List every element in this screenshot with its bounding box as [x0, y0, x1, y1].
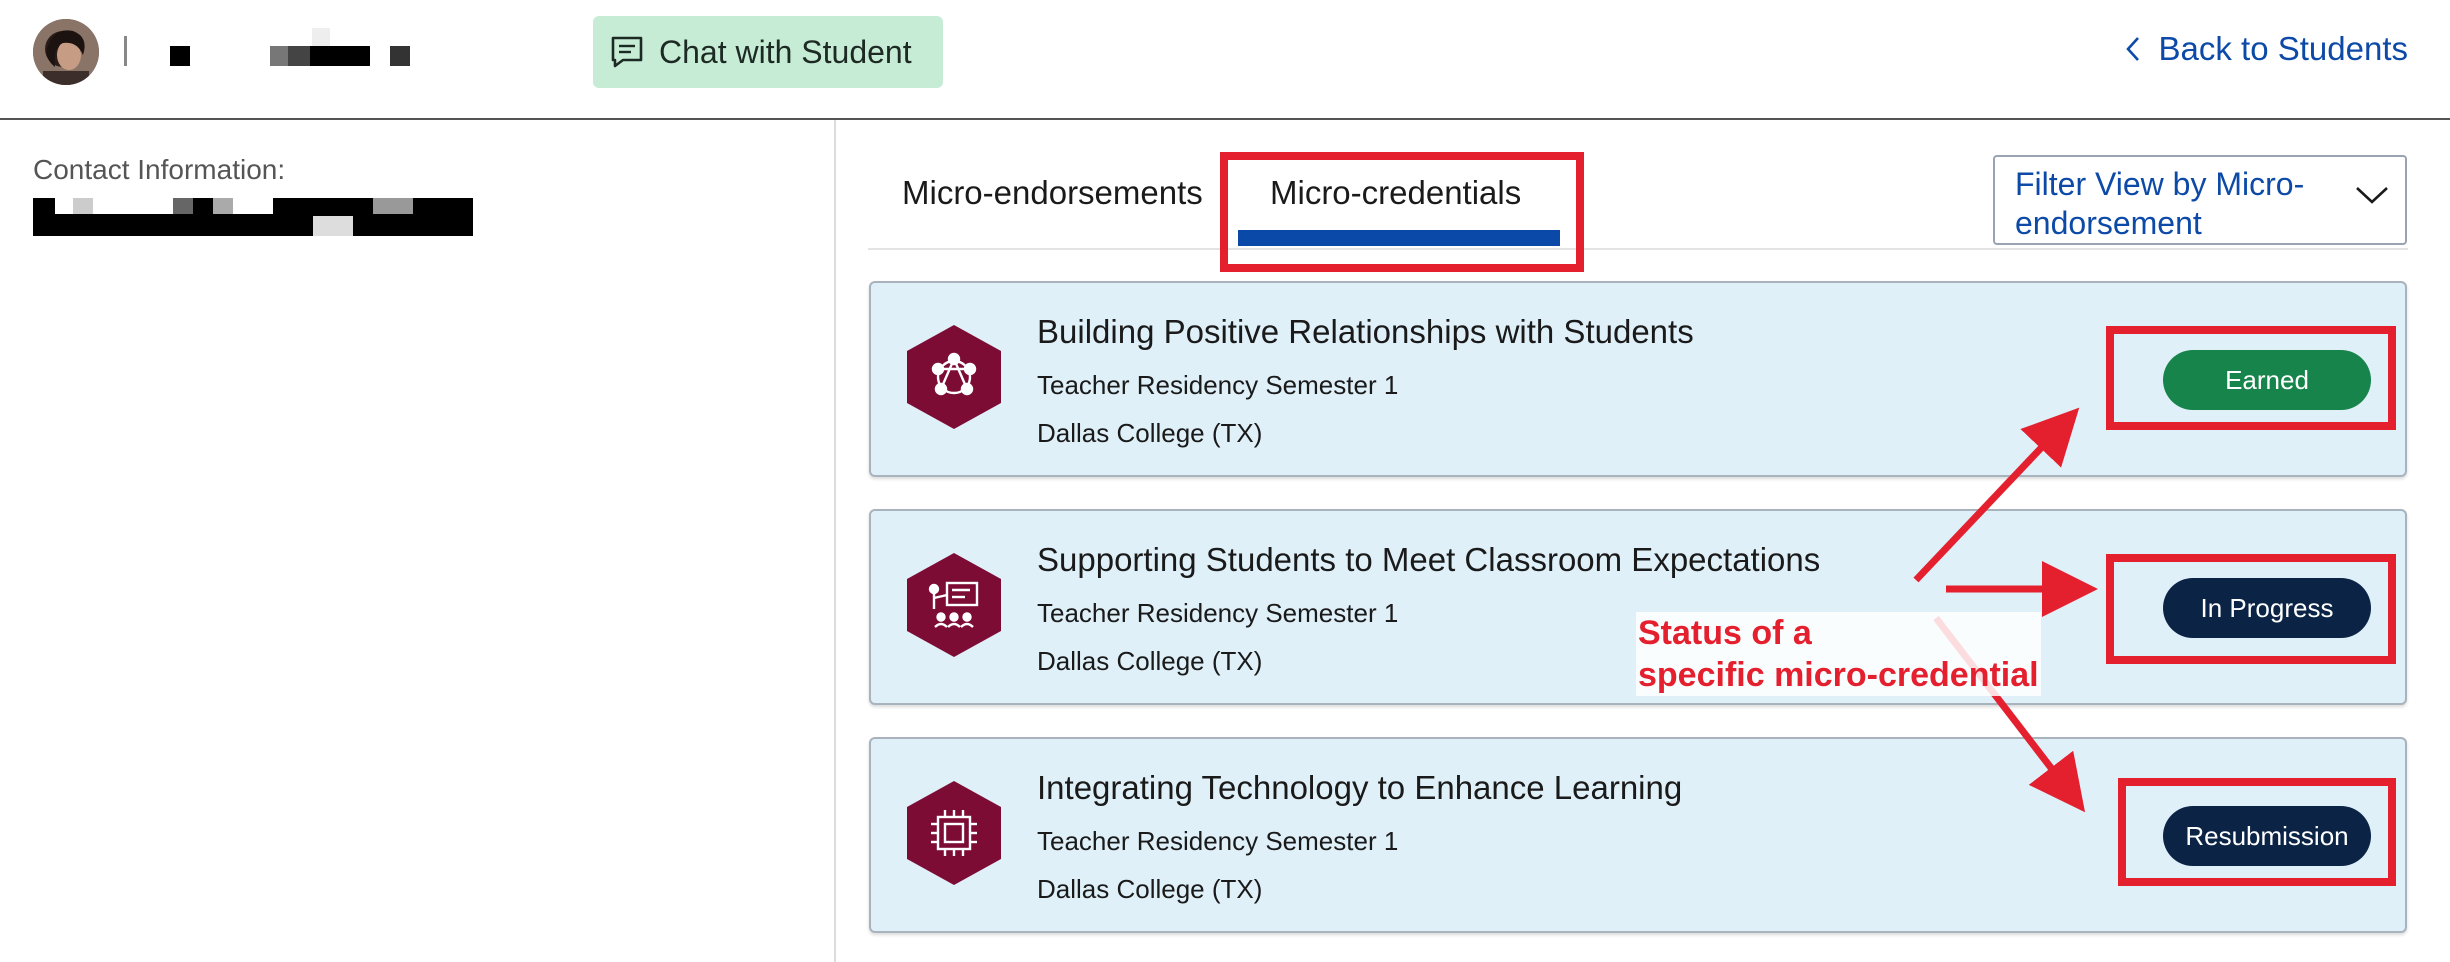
active-tab-indicator	[1238, 230, 1560, 246]
page-header: Chat with Student Back to Students	[0, 0, 2450, 120]
redacted-contact	[173, 198, 193, 214]
filter-label: Filter View by Micro-endorsement	[2015, 166, 2305, 241]
filter-dropdown[interactable]: Filter View by Micro-endorsement	[1993, 155, 2407, 245]
people-network-icon	[907, 325, 1001, 429]
status-badge-resubmission[interactable]: Resubmission	[2163, 806, 2371, 866]
redacted-name	[288, 46, 310, 66]
contact-panel: Contact Information:	[0, 120, 836, 962]
credential-institution: Dallas College (TX)	[1037, 418, 1263, 448]
tab-micro-credentials[interactable]: Micro-credentials	[1270, 174, 1521, 212]
classroom-presentation-icon	[907, 553, 1001, 657]
tab-micro-endorsements[interactable]: Micro-endorsements	[902, 174, 1203, 212]
name-separator	[124, 36, 127, 66]
annotation-line-2: specific micro-credential	[1636, 654, 2041, 696]
back-link-label: Back to Students	[2158, 30, 2408, 67]
credential-institution: Dallas College (TX)	[1037, 646, 1263, 676]
annotation-line-1: Status of a	[1636, 612, 2041, 654]
chat-button-label: Chat with Student	[659, 33, 912, 70]
chevron-down-icon	[2356, 187, 2388, 204]
redacted-name	[270, 46, 288, 66]
status-badge-earned[interactable]: Earned	[2163, 350, 2371, 410]
contact-information-label: Contact Information:	[33, 154, 286, 185]
credential-institution: Dallas College (TX)	[1037, 874, 1263, 904]
chat-icon	[611, 36, 643, 68]
credential-program: Teacher Residency Semester 1	[1037, 370, 1399, 400]
status-badge-in-progress[interactable]: In Progress	[2163, 578, 2371, 638]
credential-card[interactable]: Building Positive Relationships with Stu…	[869, 281, 2407, 477]
redacted-name	[310, 46, 370, 66]
redacted-contact	[373, 198, 413, 214]
redacted-name	[312, 28, 330, 46]
credential-program: Teacher Residency Semester 1	[1037, 598, 1399, 628]
credential-title: Building Positive Relationships with Stu…	[1037, 313, 1694, 350]
microchip-icon	[907, 781, 1001, 885]
redacted-contact	[233, 198, 273, 214]
credential-card[interactable]: Integrating Technology to Enhance Learni…	[869, 737, 2407, 933]
credential-title: Supporting Students to Meet Classroom Ex…	[1037, 541, 1821, 578]
back-to-students-link[interactable]: Back to Students	[2125, 30, 2408, 68]
redacted-contact	[213, 198, 233, 214]
redacted-name	[390, 46, 410, 66]
redacted-contact	[73, 198, 93, 214]
redacted-name	[170, 46, 190, 66]
redacted-contact	[93, 198, 173, 214]
redacted-contact	[55, 198, 73, 214]
annotation-label: Status of a specific micro-credential	[1636, 612, 2041, 696]
chat-with-student-button[interactable]: Chat with Student	[593, 16, 943, 88]
student-avatar	[33, 19, 99, 85]
credential-title: Integrating Technology to Enhance Learni…	[1037, 769, 1683, 806]
credential-program: Teacher Residency Semester 1	[1037, 826, 1399, 856]
redacted-contact	[313, 216, 353, 236]
chevron-left-icon	[2125, 37, 2139, 61]
